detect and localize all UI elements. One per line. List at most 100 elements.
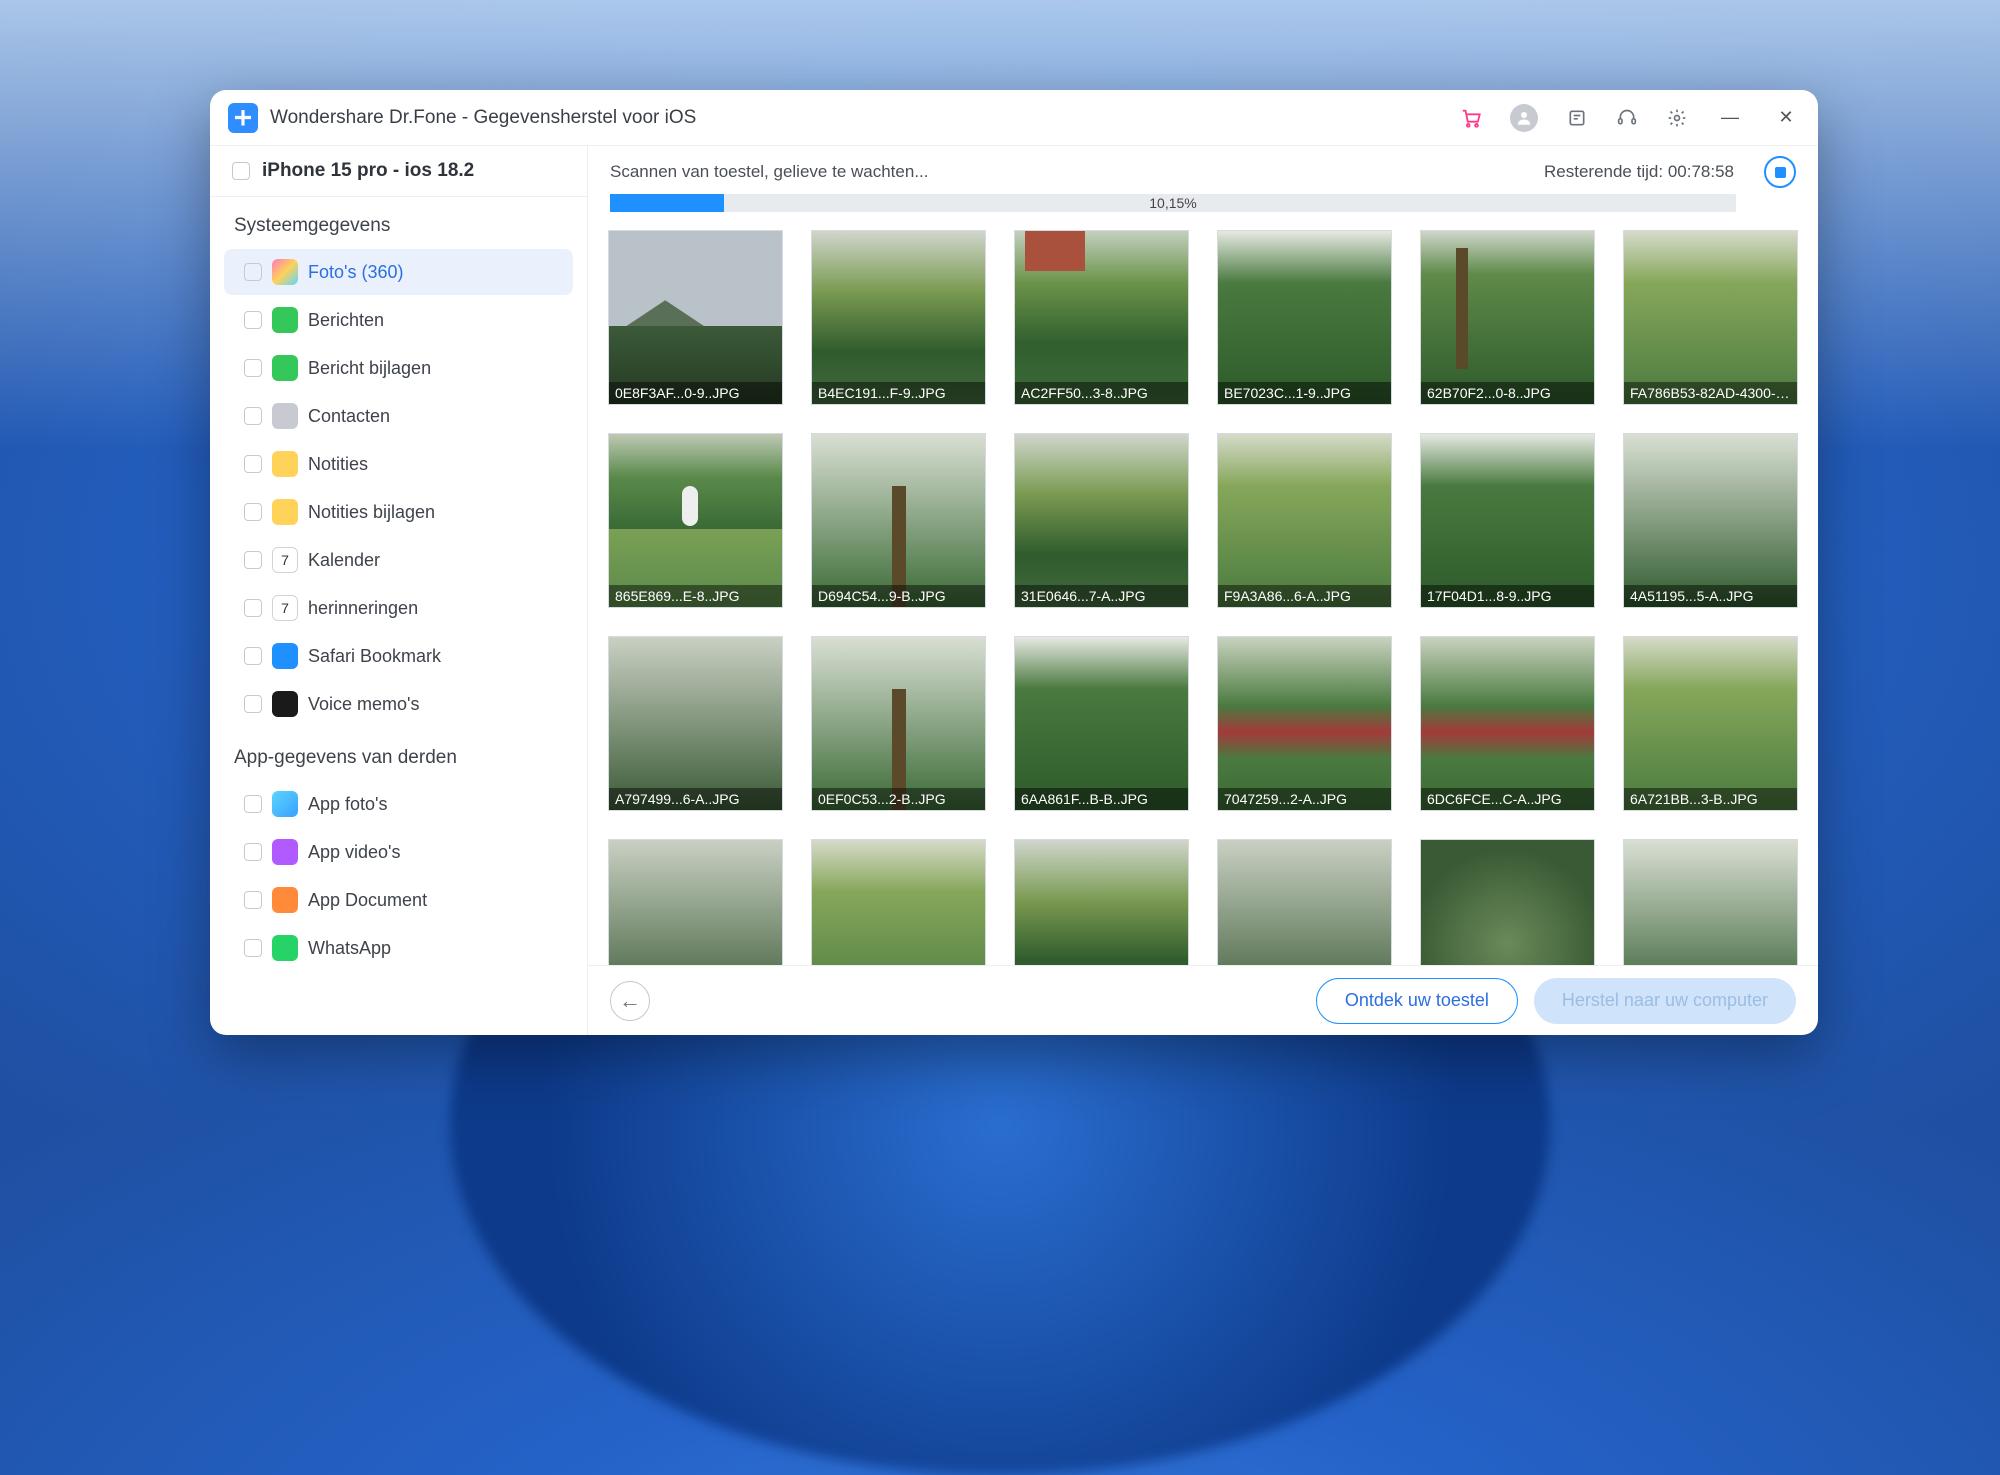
category-label: Notities <box>308 454 368 475</box>
category-label: Contacten <box>308 406 390 427</box>
photo-thumbnail[interactable]: 6DC6FCE...C-A..JPG <box>1420 636 1595 811</box>
thumbnail-filename: 7047259...2-A..JPG <box>1218 788 1391 810</box>
sidebar-item[interactable]: Contacten <box>224 393 573 439</box>
photo-thumbnail[interactable]: A797499...6-A..JPG <box>608 636 783 811</box>
category-icon <box>272 791 298 817</box>
category-checkbox[interactable] <box>244 503 262 521</box>
feedback-icon[interactable] <box>1566 107 1588 129</box>
photo-thumbnail[interactable]: BE7023C...1-9..JPG <box>1217 230 1392 405</box>
photo-thumbnail[interactable]: AC2FF50...3-8..JPG <box>1014 230 1189 405</box>
category-label: App Document <box>308 890 427 911</box>
device-checkbox[interactable] <box>232 162 250 180</box>
photo-thumbnail[interactable]: D694C54...9-B..JPG <box>811 433 986 608</box>
sidebar-item[interactable]: Foto's (360) <box>224 249 573 295</box>
back-button[interactable]: ← <box>610 981 650 1021</box>
settings-icon[interactable] <box>1666 107 1688 129</box>
category-checkbox[interactable] <box>244 407 262 425</box>
photo-thumbnail[interactable] <box>811 839 986 965</box>
thumbnail-filename: 865E869...E-8..JPG <box>609 585 782 607</box>
section-third-header: App-gegevens van derden <box>210 729 587 779</box>
category-checkbox[interactable] <box>244 795 262 813</box>
cart-icon[interactable] <box>1460 107 1482 129</box>
restore-to-computer-button[interactable]: Herstel naar uw computer <box>1534 978 1796 1024</box>
category-checkbox[interactable] <box>244 263 262 281</box>
photo-thumbnail[interactable]: 4A51195...5-A..JPG <box>1623 433 1798 608</box>
photo-thumbnail[interactable] <box>1217 839 1392 965</box>
photo-thumbnail[interactable]: 0E8F3AF...0-9..JPG <box>608 230 783 405</box>
app-window: Wondershare Dr.Fone - Gegevensherstel vo… <box>210 90 1818 1035</box>
thumbnail-image <box>1218 637 1391 810</box>
sidebar-item[interactable]: Bericht bijlagen <box>224 345 573 391</box>
device-row[interactable]: iPhone 15 pro - ios 18.2 <box>210 146 587 197</box>
sidebar-item[interactable]: App foto's <box>224 781 573 827</box>
photo-thumbnail[interactable] <box>1623 839 1798 965</box>
photo-thumbnail[interactable]: 62B70F2...0-8..JPG <box>1420 230 1595 405</box>
category-checkbox[interactable] <box>244 695 262 713</box>
thumbnail-image <box>1421 840 1594 965</box>
sidebar-scroll[interactable]: Systeemgegevens Foto's (360)BerichtenBer… <box>210 197 587 1035</box>
progress-track: 10,15% <box>610 194 1736 212</box>
sidebar-item[interactable]: Notities bijlagen <box>224 489 573 535</box>
discover-device-button[interactable]: Ontdek uw toestel <box>1316 978 1518 1024</box>
user-avatar-icon[interactable] <box>1510 104 1538 132</box>
photo-thumbnail[interactable]: FA786B53-82AD-4300-B... <box>1623 230 1798 405</box>
category-icon <box>272 499 298 525</box>
category-checkbox[interactable] <box>244 455 262 473</box>
thumbnail-image <box>1218 840 1391 965</box>
category-label: Voice memo's <box>308 694 419 715</box>
thumbnail-image <box>812 637 985 810</box>
photo-thumbnail[interactable] <box>1014 839 1189 965</box>
sidebar-item[interactable]: App video's <box>224 829 573 875</box>
photo-gallery[interactable]: 0E8F3AF...0-9..JPGB4EC191...F-9..JPGAC2F… <box>588 220 1818 965</box>
sidebar-item[interactable]: 7Kalender <box>224 537 573 583</box>
thumbnail-image <box>1015 840 1188 965</box>
sidebar-item[interactable]: Berichten <box>224 297 573 343</box>
thumbnail-image <box>1421 434 1594 607</box>
photo-thumbnail[interactable]: 31E0646...7-A..JPG <box>1014 433 1189 608</box>
photo-thumbnail[interactable]: 17F04D1...8-9..JPG <box>1420 433 1595 608</box>
category-checkbox[interactable] <box>244 843 262 861</box>
photo-thumbnail[interactable]: 6A721BB...3-B..JPG <box>1623 636 1798 811</box>
scan-status-text: Scannen van toestel, gelieve te wachten.… <box>610 162 1532 182</box>
thumbnail-image <box>812 840 985 965</box>
category-icon <box>272 887 298 913</box>
thumbnail-image <box>1421 231 1594 404</box>
footer: ← Ontdek uw toestel Herstel naar uw comp… <box>588 965 1818 1035</box>
support-icon[interactable] <box>1616 107 1638 129</box>
sidebar-item[interactable]: Notities <box>224 441 573 487</box>
section-system-header: Systeemgegevens <box>210 197 587 247</box>
category-label: WhatsApp <box>308 938 391 959</box>
photo-thumbnail[interactable]: 6AA861F...B-B..JPG <box>1014 636 1189 811</box>
category-checkbox[interactable] <box>244 359 262 377</box>
photo-thumbnail[interactable]: 7047259...2-A..JPG <box>1217 636 1392 811</box>
category-checkbox[interactable] <box>244 551 262 569</box>
category-checkbox[interactable] <box>244 599 262 617</box>
photo-thumbnail[interactable]: 865E869...E-8..JPG <box>608 433 783 608</box>
sidebar-item[interactable]: Safari Bookmark <box>224 633 573 679</box>
stop-scan-button[interactable] <box>1764 156 1796 188</box>
category-icon: 7 <box>272 547 298 573</box>
category-checkbox[interactable] <box>244 311 262 329</box>
progress-fill <box>610 194 724 212</box>
category-icon <box>272 403 298 429</box>
sidebar-item[interactable]: Voice memo's <box>224 681 573 727</box>
close-button[interactable]: ✕ <box>1772 107 1800 128</box>
category-checkbox[interactable] <box>244 891 262 909</box>
category-label: Safari Bookmark <box>308 646 441 667</box>
photo-thumbnail[interactable] <box>1420 839 1595 965</box>
category-checkbox[interactable] <box>244 647 262 665</box>
app-logo-icon <box>228 103 258 133</box>
titlebar: Wondershare Dr.Fone - Gegevensherstel vo… <box>210 90 1818 146</box>
device-name: iPhone 15 pro - ios 18.2 <box>262 160 474 182</box>
minimize-button[interactable]: — <box>1716 107 1744 128</box>
category-label: App video's <box>308 842 401 863</box>
sidebar-item[interactable]: App Document <box>224 877 573 923</box>
sidebar-item[interactable]: 7herinneringen <box>224 585 573 631</box>
sidebar-item[interactable]: WhatsApp <box>224 925 573 971</box>
photo-thumbnail[interactable] <box>608 839 783 965</box>
photo-thumbnail[interactable]: B4EC191...F-9..JPG <box>811 230 986 405</box>
photo-thumbnail[interactable]: 0EF0C53...2-B..JPG <box>811 636 986 811</box>
photo-thumbnail[interactable]: F9A3A86...6-A..JPG <box>1217 433 1392 608</box>
thumbnail-filename: A797499...6-A..JPG <box>609 788 782 810</box>
category-checkbox[interactable] <box>244 939 262 957</box>
